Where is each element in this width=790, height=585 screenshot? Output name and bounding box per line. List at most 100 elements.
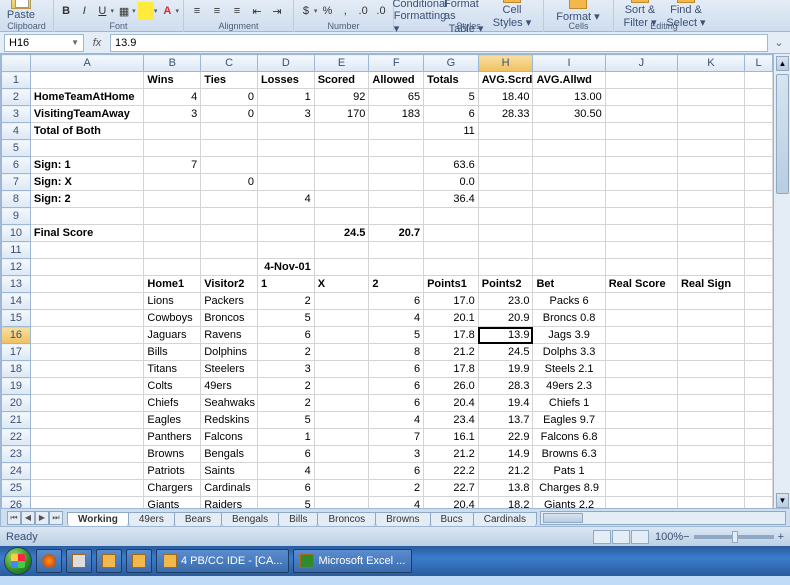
cell[interactable]: 1 — [257, 429, 314, 446]
row-header[interactable]: 5 — [2, 140, 31, 157]
align-left-button[interactable]: ≡ — [188, 2, 206, 20]
cell[interactable] — [30, 208, 144, 225]
grid-table[interactable]: ABCDEFGHIJKL 1WinsTiesLossesScoredAllowe… — [1, 54, 773, 526]
paste-button[interactable]: Paste — [4, 0, 38, 21]
row-header[interactable]: 25 — [2, 480, 31, 497]
cell[interactable]: Pats 1 — [533, 463, 605, 480]
cell[interactable] — [677, 344, 744, 361]
taskbar-firefox[interactable] — [36, 549, 62, 573]
cell[interactable] — [478, 174, 533, 191]
cell[interactable]: Totals — [424, 72, 479, 89]
start-button[interactable] — [4, 547, 32, 575]
cell[interactable]: Jaguars — [144, 327, 201, 344]
cell[interactable] — [677, 242, 744, 259]
cell[interactable] — [30, 480, 144, 497]
cell[interactable]: 21.2 — [478, 463, 533, 480]
view-normal-button[interactable] — [593, 530, 611, 544]
row-header[interactable]: 6 — [2, 157, 31, 174]
cell[interactable]: 4 — [369, 310, 424, 327]
cell[interactable] — [30, 293, 144, 310]
row-header[interactable]: 10 — [2, 225, 31, 242]
cell[interactable]: 6 — [424, 106, 479, 123]
cell[interactable] — [314, 395, 369, 412]
cell[interactable] — [677, 378, 744, 395]
cell[interactable] — [30, 242, 144, 259]
cell[interactable] — [144, 174, 201, 191]
cell[interactable]: 0 — [201, 89, 258, 106]
sheet-tab[interactable]: Bucs — [430, 512, 474, 526]
cell[interactable] — [677, 429, 744, 446]
cell[interactable]: 7 — [144, 157, 201, 174]
cell[interactable]: 92 — [314, 89, 369, 106]
cell[interactable]: 13.9 — [478, 327, 533, 344]
col-header-D[interactable]: D — [257, 55, 314, 72]
row-header[interactable]: 21 — [2, 412, 31, 429]
cell[interactable]: 11 — [424, 123, 479, 140]
cell[interactable] — [314, 480, 369, 497]
row-header[interactable]: 16 — [2, 327, 31, 344]
cell[interactable]: 2 — [257, 395, 314, 412]
cell[interactable] — [30, 72, 144, 89]
row-header[interactable]: 9 — [2, 208, 31, 225]
cell[interactable]: Dolphins — [201, 344, 258, 361]
cell[interactable] — [257, 242, 314, 259]
cell[interactable]: Redskins — [201, 412, 258, 429]
cell[interactable] — [533, 259, 605, 276]
cell[interactable] — [30, 429, 144, 446]
cell[interactable] — [314, 174, 369, 191]
select-all-corner[interactable] — [2, 55, 31, 72]
cell[interactable]: 23.0 — [478, 293, 533, 310]
cell[interactable] — [677, 157, 744, 174]
cell[interactable]: 16.1 — [424, 429, 479, 446]
zoom-knob[interactable] — [732, 531, 738, 543]
cell[interactable] — [605, 208, 677, 225]
cell[interactable]: Broncs 0.8 — [533, 310, 605, 327]
col-header-A[interactable]: A — [30, 55, 144, 72]
sheet-tab[interactable]: Broncos — [317, 512, 376, 526]
formula-input[interactable]: 13.9 — [110, 34, 768, 52]
cell[interactable] — [314, 208, 369, 225]
cell[interactable] — [745, 106, 773, 123]
cell[interactable] — [677, 412, 744, 429]
cell[interactable] — [144, 123, 201, 140]
cell[interactable] — [30, 446, 144, 463]
cell[interactable]: Dolphs 3.3 — [533, 344, 605, 361]
horizontal-scrollbar[interactable] — [540, 511, 786, 525]
cell[interactable]: Scored — [314, 72, 369, 89]
cell[interactable] — [201, 259, 258, 276]
cell[interactable]: 6 — [369, 293, 424, 310]
row-header[interactable]: 11 — [2, 242, 31, 259]
cell[interactable] — [605, 72, 677, 89]
row-header[interactable]: 2 — [2, 89, 31, 106]
sheet-tab[interactable]: 49ers — [128, 512, 175, 526]
comma-button[interactable]: , — [337, 2, 353, 20]
cell[interactable]: 6 — [369, 361, 424, 378]
cell[interactable] — [478, 191, 533, 208]
cell[interactable]: Sign: 1 — [30, 157, 144, 174]
cell[interactable] — [677, 106, 744, 123]
cell[interactable]: 22.9 — [478, 429, 533, 446]
cell[interactable]: 49ers — [201, 378, 258, 395]
cell[interactable]: Real Sign — [677, 276, 744, 293]
cell[interactable] — [605, 463, 677, 480]
cell[interactable] — [314, 191, 369, 208]
cell[interactable] — [369, 157, 424, 174]
cell[interactable] — [533, 140, 605, 157]
cell[interactable] — [369, 208, 424, 225]
cell[interactable] — [257, 140, 314, 157]
cell[interactable]: 4-Nov-01 — [257, 259, 314, 276]
cell[interactable]: X — [314, 276, 369, 293]
cell[interactable] — [677, 446, 744, 463]
italic-button[interactable]: I — [76, 2, 92, 20]
cell[interactable] — [745, 259, 773, 276]
cell[interactable]: Bet — [533, 276, 605, 293]
align-center-button[interactable]: ≡ — [208, 2, 226, 20]
cell[interactable]: 13.7 — [478, 412, 533, 429]
name-box[interactable]: H16 ▼ — [4, 34, 84, 52]
cell[interactable]: 20.7 — [369, 225, 424, 242]
row-header[interactable]: 1 — [2, 72, 31, 89]
cell[interactable]: 17.8 — [424, 361, 479, 378]
col-header-L[interactable]: L — [745, 55, 773, 72]
cell[interactable]: 22.2 — [424, 463, 479, 480]
cell[interactable]: Eagles — [144, 412, 201, 429]
